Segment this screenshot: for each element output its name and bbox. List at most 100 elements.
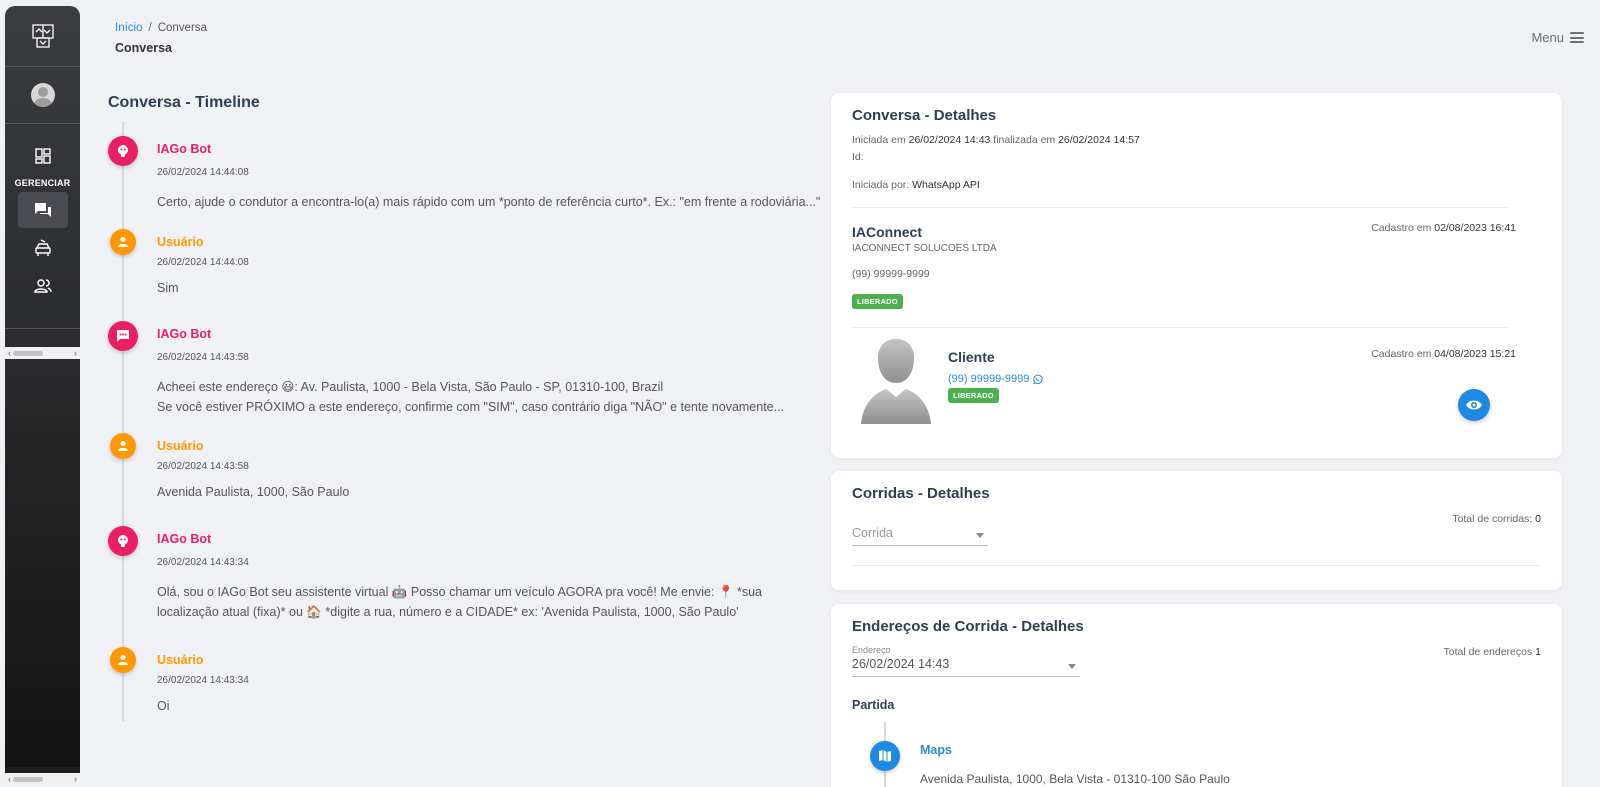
sidebar-heading: GERENCIAR — [14, 178, 71, 188]
started-by: Iniciada por: WhatsApp API — [852, 179, 980, 191]
divider — [852, 327, 1508, 328]
scroll-thumb[interactable] — [12, 776, 43, 782]
enderecos-detalhes-card: Endereços de Corrida - Detalhes Endereço… — [831, 604, 1562, 787]
entry-message: Sim — [157, 278, 179, 298]
entry-author: Usuário — [157, 439, 204, 453]
sidebar-item-usuarios[interactable] — [18, 268, 68, 304]
entry-message: Acheei este endereço 😃: Av. Paulista, 10… — [157, 377, 784, 417]
sidebar-item-corridas[interactable] — [18, 230, 68, 266]
entry-message: Olá, sou o IAGo Bot seu assistente virtu… — [157, 582, 762, 622]
entry-time: 26/02/2024 14:44:08 — [157, 257, 249, 268]
company-registered: Cadastro em 02/08/2023 16:41 — [1371, 222, 1516, 234]
finished-prefix: finalizada em — [993, 134, 1056, 146]
divider — [852, 565, 1542, 566]
company-name: IAConnect — [852, 224, 922, 240]
started-prefix: Iniciada em — [852, 134, 906, 146]
eye-icon — [1466, 400, 1482, 410]
scroll-left-icon[interactable]: ‹ — [8, 348, 11, 358]
client-registered: Cadastro em 04/08/2023 15:21 — [1371, 348, 1516, 360]
scroll-left-icon[interactable]: ‹ — [8, 774, 11, 784]
scroll-thumb[interactable] — [12, 350, 43, 356]
registered-at: 04/08/2023 15:21 — [1434, 348, 1516, 360]
select-value: 26/02/2024 14:43 — [852, 657, 950, 671]
entry-time: 26/02/2024 14:43:58 — [157, 352, 249, 363]
company-legal-name: IACONNECT SOLUCOES LTDA — [852, 243, 997, 254]
entry-author: IAGo Bot — [157, 532, 212, 546]
client-phone-link[interactable]: (99) 99999-9999 — [948, 373, 1043, 385]
corrida-select[interactable]: Corrida — [852, 524, 988, 546]
user-avatar[interactable] — [5, 67, 80, 124]
total-value: 1 — [1535, 646, 1541, 658]
section-partida: Partida — [852, 698, 895, 712]
company-phone: (99) 99999-9999 — [852, 268, 930, 280]
robot-icon — [118, 535, 128, 547]
map-icon — [879, 750, 891, 762]
message-line: Certo, ajude o condutor a encontra-lo(a)… — [157, 195, 821, 209]
sidebar-scrollbar-top[interactable]: ‹ › — [5, 347, 80, 359]
total-label: Total de corridas: — [1452, 513, 1533, 525]
message-line: Avenida Paulista, 1000, São Paulo — [157, 485, 350, 499]
map-link[interactable]: Maps — [920, 743, 952, 757]
timeline-line — [122, 121, 124, 721]
conversa-detalhes-card: Conversa - Detalhes Iniciada em 26/02/20… — [831, 93, 1562, 458]
client-status-badge: LIBERADO — [948, 388, 999, 403]
card-title: Endereços de Corrida - Detalhes — [852, 618, 1084, 635]
avatar — [30, 83, 55, 107]
entry-author: IAGo Bot — [157, 327, 212, 341]
robot-icon — [118, 145, 128, 157]
entry-message: Oi — [157, 696, 170, 716]
users-icon — [33, 279, 52, 293]
user-icon — [118, 237, 128, 247]
addresses-total: Total de endereços 1 — [1444, 646, 1542, 658]
breadcrumb-current: Conversa — [157, 22, 207, 34]
message-line: Sim — [157, 281, 179, 295]
total-label: Total de endereços — [1443, 646, 1533, 658]
endereco-select[interactable]: 26/02/2024 14:43 — [852, 655, 1080, 677]
client-avatar — [861, 339, 931, 424]
view-client-button[interactable] — [1458, 389, 1490, 421]
page-title: Conversa — [115, 41, 172, 55]
chevron-down-icon — [976, 533, 984, 538]
select-label: Endereço — [852, 645, 891, 655]
logo[interactable] — [5, 6, 80, 67]
whatsapp-icon — [1033, 374, 1043, 384]
breadcrumb-separator: / — [148, 22, 152, 34]
card-title: Conversa - Detalhes — [852, 107, 997, 124]
registered-label: Cadastro em — [1371, 348, 1432, 360]
message-line: Olá, sou o IAGo Bot seu assistente virtu… — [157, 585, 763, 599]
chat-icon — [34, 203, 51, 217]
entry-time: 26/02/2024 14:44:08 — [157, 167, 249, 178]
user-badge — [110, 433, 136, 459]
map-badge — [870, 741, 900, 771]
user-icon — [118, 655, 128, 665]
entry-time: 26/02/2024 14:43:34 — [157, 675, 249, 686]
started-at: 26/02/2024 14:43 — [908, 134, 991, 146]
conversation-period: Iniciada em 26/02/2024 14:43 finalizada … — [852, 134, 1140, 146]
registered-at: 02/08/2023 16:41 — [1434, 222, 1516, 234]
car-icon — [34, 239, 51, 256]
sidebar-scrollbar-bottom[interactable]: ‹ › — [5, 773, 80, 785]
menu-button[interactable]: Menu — [1531, 30, 1584, 45]
bot-badge — [108, 321, 138, 351]
started-by-value: WhatsApp API — [912, 179, 980, 191]
sidebar-item-conversas[interactable] — [17, 192, 68, 228]
message-icon — [117, 330, 129, 342]
map-address: Avenida Paulista, 1000, Bela Vista - 013… — [920, 772, 1230, 786]
registered-label: Cadastro em — [1371, 222, 1432, 234]
user-badge — [110, 647, 136, 673]
dashboard-icon — [34, 148, 51, 164]
finished-at: 26/02/2024 14:57 — [1058, 134, 1140, 146]
hamburger-icon — [1570, 32, 1584, 43]
sidebar-lower — [5, 367, 80, 767]
message-line: Acheei este endereço 😃: Av. Paulista, 10… — [157, 380, 664, 394]
bot-badge — [108, 526, 138, 556]
entry-author: Usuário — [157, 235, 204, 249]
sidebar: GERENCIAR ‹ › ‹ › — [5, 6, 80, 785]
menu-label: Menu — [1531, 30, 1564, 45]
chevron-down-icon — [1068, 664, 1076, 669]
scroll-right-icon[interactable]: › — [74, 348, 77, 358]
breadcrumb-home-link[interactable]: Início — [115, 22, 143, 34]
scroll-right-icon[interactable]: › — [74, 774, 77, 784]
sidebar-item-dashboard[interactable] — [18, 138, 68, 174]
client-name: Cliente — [948, 349, 995, 365]
